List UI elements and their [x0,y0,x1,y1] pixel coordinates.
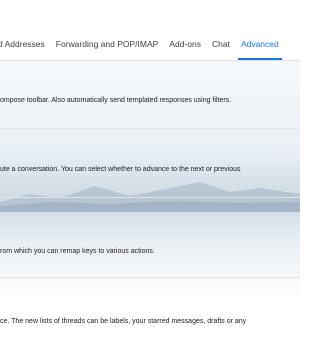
setting-row-custom-shortcuts: rom which you can remap keys to various … [0,198,300,278]
settings-panel: d Addresses Forwarding and POP/IMAP Add-… [0,0,300,350]
tab-forwarding-addresses[interactable]: d Addresses [0,0,45,60]
setting-description: rom which you can remap keys to various … [0,248,155,255]
setting-description: ompose toolbar. Also automatically send … [0,97,232,104]
tab-advanced[interactable]: Advanced [237,0,282,60]
setting-row-multiple-inboxes: ce. The new lists of threads can be labe… [0,278,300,350]
setting-row-templates: ompose toolbar. Also automatically send … [0,60,300,129]
tab-add-ons[interactable]: Add-ons [169,0,201,60]
tab-chat[interactable]: Chat [212,0,230,60]
tab-forwarding-pop-imap[interactable]: Forwarding and POP/IMAP [56,0,159,60]
setting-row-auto-advance: ute a conversation. You can select wheth… [0,129,300,198]
setting-description: ce. The new lists of threads can be labe… [0,318,247,325]
setting-description: ute a conversation. You can select wheth… [0,166,241,173]
settings-tabs: d Addresses Forwarding and POP/IMAP Add-… [0,0,300,61]
